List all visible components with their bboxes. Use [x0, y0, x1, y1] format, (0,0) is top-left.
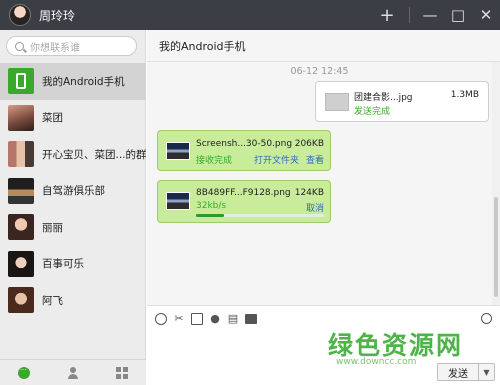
contact-name: 自驾游俱乐部 — [42, 185, 105, 198]
open-folder-link[interactable]: 打开文件夹 — [254, 153, 299, 166]
minimize-button[interactable]: — — [416, 0, 444, 30]
scrollbar[interactable] — [492, 62, 500, 305]
avatar — [8, 177, 34, 204]
contact-item[interactable]: 百事可乐 — [0, 246, 146, 283]
contact-name: 开心宝贝、菜团...的群聊 — [42, 148, 146, 161]
phone-icon — [8, 68, 34, 95]
history-icon[interactable] — [481, 313, 492, 324]
avatar — [8, 287, 34, 314]
transfer-speed: 32kb/s — [196, 201, 227, 211]
avatar — [8, 141, 34, 168]
apps-icon[interactable] — [115, 366, 128, 379]
contact-item-android-phone[interactable]: 我的Android手机 — [0, 63, 146, 100]
add-icon[interactable]: + — [373, 0, 401, 30]
contact-name: 丽丽 — [42, 221, 63, 234]
progress-fill — [196, 214, 225, 217]
file-name: 8B489FF...F9128.png — [196, 188, 291, 198]
chat-header: 我的Android手机 — [147, 30, 500, 62]
file-message-incoming-progress[interactable]: 8B489FF...F9128.png 124KB 32kb/s 取消 — [157, 180, 331, 223]
contact-name: 我的Android手机 — [42, 75, 125, 88]
contact-item[interactable]: 丽丽 — [0, 209, 146, 246]
message-area: 06-12 12:45 团建合影...jpg 1.3MB 发送完成 Screen… — [147, 62, 492, 305]
search-input[interactable]: 你想联系谁 — [6, 36, 137, 56]
file-status: 接收完成 — [196, 156, 233, 166]
file-size: 206KB — [294, 139, 324, 149]
scrollbar-thumb[interactable] — [494, 197, 498, 297]
close-button[interactable]: ✕ — [472, 0, 500, 30]
progress-bar — [196, 214, 324, 217]
chat-title: 我的Android手机 — [159, 39, 246, 53]
contact-list: 我的Android手机 菜团 开心宝贝、菜团...的群聊 自驾游俱乐部 丽丽 百… — [0, 63, 146, 319]
watermark-url: www.downcc.com — [336, 357, 417, 367]
send-button[interactable]: 发送 — [437, 363, 479, 381]
search-placeholder: 你想联系谁 — [30, 42, 80, 54]
title-bar: 周玲玲 + — □ ✕ — [0, 0, 500, 30]
sidebar: 你想联系谁 我的Android手机 菜团 开心宝贝、菜团...的群聊 自驾游俱乐… — [0, 30, 146, 385]
contacts-icon[interactable] — [67, 366, 79, 379]
voice-icon[interactable]: ● — [209, 312, 221, 325]
file-name: Screensh...30-50.png — [196, 139, 293, 149]
search-icon — [15, 41, 24, 51]
title-divider — [409, 7, 410, 23]
folder-icon[interactable] — [245, 313, 257, 324]
contact-name: 阿飞 — [42, 294, 63, 307]
file-icon[interactable]: ▤ — [227, 312, 239, 325]
file-status: 发送完成 — [354, 107, 391, 117]
file-thumbnail — [325, 93, 349, 111]
message-timestamp: 06-12 12:45 — [290, 66, 349, 77]
avatar — [8, 214, 34, 241]
contact-item[interactable]: 菜团 — [0, 100, 146, 137]
avatar[interactable] — [9, 4, 31, 26]
window-controls: + — □ ✕ — [373, 0, 500, 30]
file-thumbnail — [166, 192, 190, 210]
file-thumbnail — [166, 142, 190, 160]
screenshot-icon[interactable]: ✂ — [173, 312, 185, 325]
chevron-down-icon[interactable]: ▼ — [479, 363, 495, 381]
send-group: 发送 ▼ — [437, 363, 495, 381]
window-title: 周玲玲 — [39, 8, 76, 23]
file-message-outgoing[interactable]: 团建合影...jpg 1.3MB 发送完成 — [315, 81, 489, 122]
contact-item[interactable]: 开心宝贝、菜团...的群聊 — [0, 136, 146, 173]
cancel-link[interactable]: 取消 — [306, 201, 324, 214]
image-icon[interactable] — [191, 312, 203, 325]
avatar — [8, 104, 34, 131]
contact-item[interactable]: 自驾游俱乐部 — [0, 173, 146, 210]
contact-item[interactable]: 阿飞 — [0, 282, 146, 319]
contact-name: 百事可乐 — [42, 258, 84, 271]
file-size: 124KB — [294, 188, 324, 198]
contact-name: 菜团 — [42, 112, 63, 125]
file-message-incoming[interactable]: Screensh...30-50.png 206KB 接收完成 打开文件夹 查看 — [157, 130, 331, 171]
chat-icon[interactable] — [18, 366, 31, 379]
file-name: 团建合影...jpg — [354, 93, 413, 103]
emoji-icon[interactable] — [155, 312, 167, 325]
avatar — [8, 250, 34, 277]
file-size: 1.3MB — [450, 90, 479, 100]
sidebar-bottom-nav — [0, 359, 146, 385]
maximize-button[interactable]: □ — [444, 0, 472, 30]
view-link[interactable]: 查看 — [306, 153, 324, 166]
